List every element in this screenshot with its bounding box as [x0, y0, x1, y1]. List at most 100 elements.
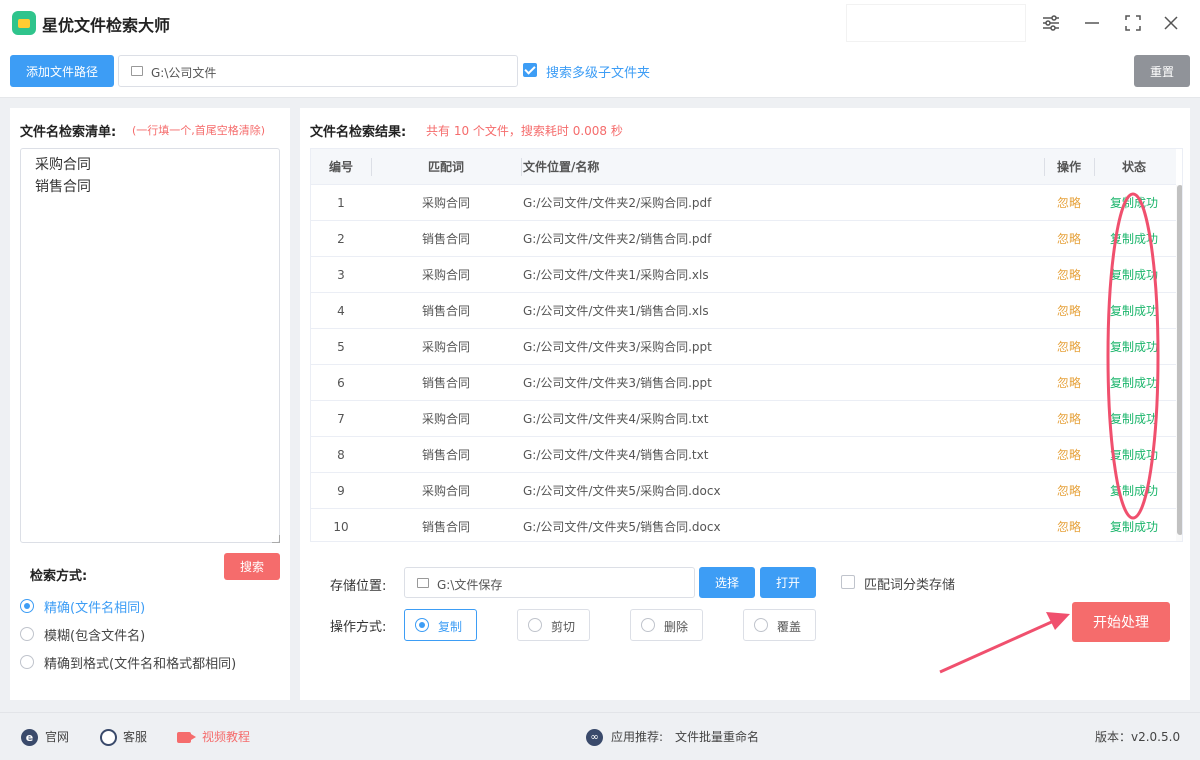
cell-status: 复制成功	[1109, 448, 1158, 462]
cell-status: 复制成功	[1109, 268, 1158, 282]
ignore-action-link[interactable]: 忽略	[1044, 509, 1094, 541]
classify-checkbox[interactable]	[841, 575, 855, 589]
op-delete-option[interactable]: 删除	[630, 609, 703, 641]
save-location-label: 存储位置:	[330, 579, 387, 594]
ignore-action-link[interactable]: 忽略	[1044, 185, 1094, 221]
cell-status: 复制成功	[1109, 340, 1158, 354]
op-overwrite-label[interactable]: 覆盖	[777, 618, 801, 635]
ignore-action-link[interactable]: 忽略	[1044, 401, 1094, 437]
mode-fuzzy-label[interactable]: 模糊(包含文件名)	[44, 625, 145, 644]
video-camera-icon[interactable]	[177, 732, 196, 743]
col-index-header: 编号	[328, 160, 353, 174]
app-logo-icon	[12, 11, 36, 35]
status-bar: e 官网 客服 视频教程 ∞ 应用推荐: 文件批量重命名 版本：v2.0.5.0	[0, 712, 1200, 760]
cell-path: G:/公司文件/文件夹2/采购合同.pdf	[523, 196, 712, 210]
cell-status: 复制成功	[1109, 376, 1158, 390]
ignore-action-link[interactable]: 忽略	[1044, 329, 1094, 365]
resize-handle-icon[interactable]	[272, 535, 280, 543]
cell-path: G:/公司文件/文件夹3/采购合同.ppt	[523, 340, 712, 354]
scrollbar-thumb[interactable]	[1177, 185, 1182, 535]
operation-mode-label: 操作方式:	[330, 620, 387, 635]
table-row: 8 销售合同 G:/公司文件/文件夹4/销售合同.txt 忽略 复制成功	[311, 437, 1176, 473]
mode-exact-label[interactable]: 精确(文件名相同)	[44, 597, 145, 616]
mode-exact-radio[interactable]	[20, 599, 34, 613]
table-row: 1 采购合同 G:/公司文件/文件夹2/采购合同.pdf 忽略 复制成功	[311, 185, 1176, 221]
ignore-action-link[interactable]: 忽略	[1044, 437, 1094, 473]
results-summary: 共有 10 个文件，搜索耗时 0.008 秒	[426, 124, 623, 138]
settings-sliders-icon[interactable]	[1038, 10, 1064, 36]
chat-icon[interactable]	[100, 729, 117, 746]
op-copy-radio[interactable]	[415, 618, 429, 632]
op-delete-radio[interactable]	[641, 618, 655, 632]
results-panel: 文件名检索结果: 共有 10 个文件，搜索耗时 0.008 秒 编号 匹配词 文…	[300, 108, 1190, 700]
op-overwrite-radio[interactable]	[754, 618, 768, 632]
folder-icon	[417, 578, 429, 588]
cell-keyword: 采购合同	[421, 412, 470, 426]
mode-exact-format-radio[interactable]	[20, 655, 34, 669]
subfolder-checkbox[interactable]	[523, 63, 537, 77]
op-delete-label[interactable]: 删除	[664, 618, 688, 635]
cell-path: G:/公司文件/文件夹4/采购合同.txt	[523, 412, 709, 426]
add-file-path-button[interactable]: 添加文件路径	[10, 55, 114, 87]
subfolder-checkbox-label[interactable]: 搜索多级子文件夹	[546, 62, 650, 81]
op-cut-option[interactable]: 剪切	[517, 609, 590, 641]
op-cut-label[interactable]: 剪切	[551, 618, 575, 635]
cell-path: G:/公司文件/文件夹5/销售合同.docx	[523, 520, 721, 534]
mode-fuzzy-radio[interactable]	[20, 627, 34, 641]
cell-keyword: 销售合同	[421, 448, 470, 462]
service-link[interactable]: 客服	[123, 728, 147, 745]
cell-status: 复制成功	[1109, 520, 1158, 534]
open-folder-button[interactable]: 打开	[760, 567, 816, 598]
reset-button[interactable]: 重置	[1134, 55, 1190, 87]
classify-checkbox-label[interactable]: 匹配词分类存储	[864, 574, 955, 593]
ignore-action-link[interactable]: 忽略	[1044, 365, 1094, 401]
recommend-app-link[interactable]: 文件批量重命名	[675, 728, 759, 745]
source-path-value: G:\公司文件	[151, 66, 217, 80]
search-button[interactable]: 搜索	[224, 553, 280, 580]
cell-status: 复制成功	[1109, 304, 1158, 318]
cell-path: G:/公司文件/文件夹3/销售合同.ppt	[523, 376, 712, 390]
save-path-field[interactable]: G:\文件保存	[404, 567, 695, 598]
cell-keyword: 采购合同	[421, 268, 470, 282]
keyword-textarea[interactable]: 采购合同 销售合同	[20, 148, 280, 543]
ignore-action-link[interactable]: 忽略	[1044, 473, 1094, 509]
website-link[interactable]: 官网	[45, 728, 69, 745]
minimize-icon[interactable]	[1079, 10, 1105, 36]
col-path-header: 文件位置/名称	[523, 160, 600, 174]
results-table: 编号 匹配词 文件位置/名称 操作 状态 1 采购合同 G:/公司文件/文件夹2/采…	[310, 148, 1183, 542]
op-cut-radio[interactable]	[528, 618, 542, 632]
cell-index: 2	[337, 232, 345, 246]
cell-index: 3	[337, 268, 345, 282]
title-blank-area	[846, 4, 1026, 42]
cell-path: G:/公司文件/文件夹1/销售合同.xls	[523, 304, 709, 318]
recommend-prefix: 应用推荐:	[611, 730, 664, 744]
keyword-list-hint: (一行填一个,首尾空格清除)	[132, 124, 266, 137]
save-path-value: G:\文件保存	[437, 578, 503, 592]
ignore-action-link[interactable]: 忽略	[1044, 293, 1094, 329]
mode-exact-format-label[interactable]: 精确到格式(文件名和格式都相同)	[44, 653, 236, 672]
video-tutorial-link[interactable]: 视频教程	[202, 728, 250, 745]
ignore-action-link[interactable]: 忽略	[1044, 257, 1094, 293]
table-scrollbar[interactable]	[1176, 185, 1182, 541]
col-keyword-header: 匹配词	[427, 160, 464, 174]
cell-status: 复制成功	[1109, 484, 1158, 498]
table-row: 10 销售合同 G:/公司文件/文件夹5/销售合同.docx 忽略 复制成功	[311, 509, 1176, 541]
maximize-icon[interactable]	[1120, 10, 1146, 36]
start-processing-button[interactable]: 开始处理	[1072, 602, 1170, 642]
close-icon[interactable]	[1158, 10, 1184, 36]
op-copy-label[interactable]: 复制	[438, 618, 462, 635]
version-label: 版本：v2.0.5.0	[1095, 730, 1181, 744]
op-copy-option[interactable]: 复制	[404, 609, 477, 641]
cell-index: 1	[337, 196, 345, 210]
source-path-field[interactable]: G:\公司文件	[118, 55, 518, 87]
ignore-action-link[interactable]: 忽略	[1044, 221, 1094, 257]
op-overwrite-option[interactable]: 覆盖	[743, 609, 816, 641]
choose-folder-button[interactable]: 选择	[699, 567, 755, 598]
table-row: 2 销售合同 G:/公司文件/文件夹2/销售合同.pdf 忽略 复制成功	[311, 221, 1176, 257]
website-icon[interactable]: e	[21, 729, 38, 746]
keyword-panel: 文件名检索清单: (一行填一个,首尾空格清除) 采购合同 销售合同 检索方式: …	[10, 108, 290, 700]
cell-keyword: 采购合同	[421, 340, 470, 354]
cell-path: G:/公司文件/文件夹4/销售合同.txt	[523, 448, 709, 462]
table-row: 7 采购合同 G:/公司文件/文件夹4/采购合同.txt 忽略 复制成功	[311, 401, 1176, 437]
link-icon: ∞	[586, 729, 603, 746]
